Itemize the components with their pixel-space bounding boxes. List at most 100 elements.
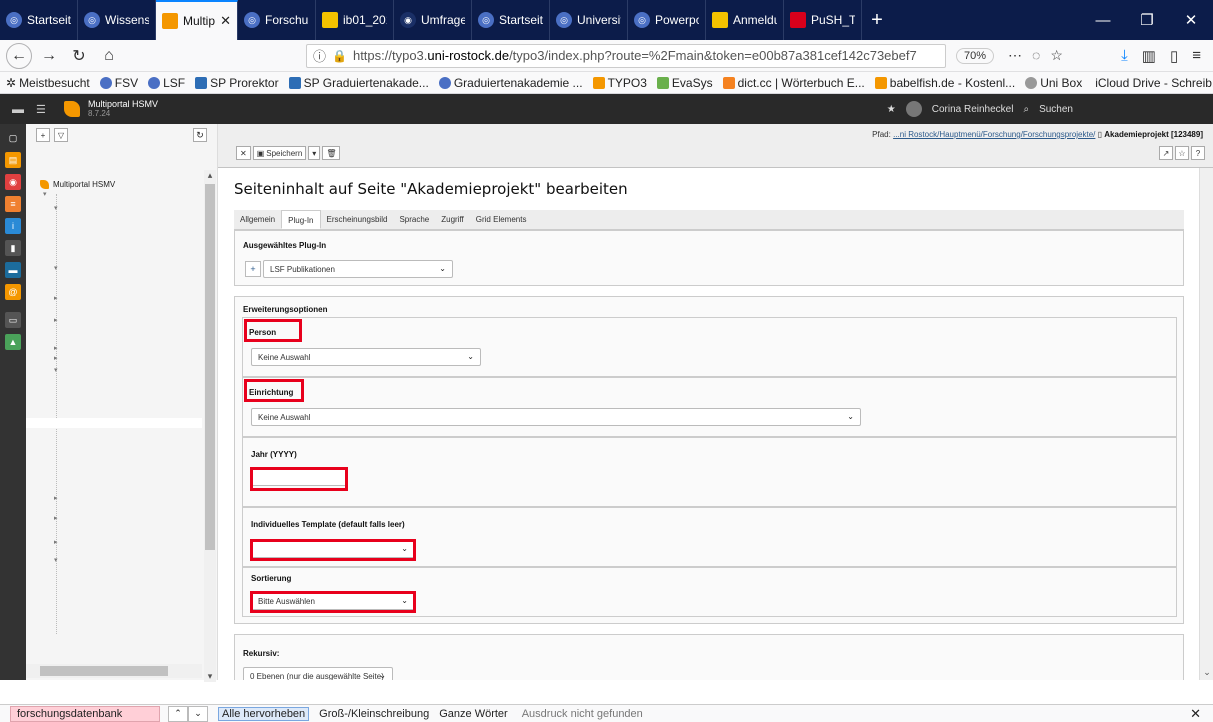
collapsed-icon[interactable]: ▸	[54, 316, 58, 324]
collapsed-icon[interactable]: ▸	[54, 344, 58, 352]
scroll-down-icon[interactable]: ⌄	[1200, 667, 1213, 678]
person-select[interactable]: Keine Auswahl ⌄	[251, 348, 481, 366]
einrichtung-select[interactable]: Keine Auswahl ⌄	[251, 408, 861, 426]
tab-erscheinungsbild[interactable]: Erscheinungsbild	[321, 210, 394, 229]
module-menu-toggle-icon[interactable]: ▬	[12, 102, 32, 116]
view-module-icon[interactable]: ◉	[5, 174, 21, 190]
browser-tab[interactable]: Anmeldung	[706, 0, 784, 40]
sidebar-icon[interactable]: ▯	[1170, 47, 1178, 65]
bookmark-item[interactable]: SP Prorektor	[195, 76, 279, 90]
highlight-all-toggle[interactable]: Alle hervorheben	[218, 706, 310, 721]
save-dropdown-button[interactable]: ▾	[308, 146, 321, 160]
list-view-icon[interactable]: ≡	[5, 196, 21, 212]
new-tab-icon[interactable]: +	[862, 0, 892, 40]
scroll-thumb[interactable]	[205, 184, 215, 550]
pocket-icon[interactable]: ◌	[1032, 47, 1040, 64]
page-module-icon[interactable]: ▢	[5, 130, 21, 146]
browser-tab[interactable]: ◉ Umfrage	[394, 0, 472, 40]
bookmark-item[interactable]: Graduiertenakademie ...	[438, 76, 583, 90]
rekursiv-select[interactable]: 0 Ebenen (nur die ausgewählte Seite) ⌄	[243, 667, 393, 680]
bookmark-item[interactable]: dict.cc | Wörterbuch E...	[722, 76, 865, 90]
tree-scrollbar[interactable]: ▴ ▾	[204, 170, 216, 682]
bookmark-item[interactable]: SP Graduiertenakade...	[288, 76, 429, 90]
expand-icon[interactable]: ▾	[43, 190, 47, 198]
zoom-indicator[interactable]: 70%	[956, 47, 995, 64]
browser-tab-active[interactable]: Multipo✕	[156, 0, 238, 40]
url-bar[interactable]: ⓘ 🔒 https://typo3.uni-rostock.de/typo3/i…	[306, 43, 946, 68]
reload-icon[interactable]: ↻	[66, 43, 92, 69]
close-tab-icon[interactable]: ✕	[220, 13, 231, 29]
info-module-icon[interactable]: i	[5, 218, 21, 234]
bookmark-item[interactable]: EvaSys	[656, 76, 713, 90]
shortcut-star-icon[interactable]: ☆	[1175, 146, 1189, 160]
bookmark-star-icon[interactable]: ★	[887, 104, 896, 115]
save-button[interactable]: ▣ Speichern	[252, 146, 307, 160]
bookmark-item[interactable]: FSV	[99, 76, 138, 90]
tab-sprache[interactable]: Sprache	[393, 210, 435, 229]
find-next-icon[interactable]: ⌄	[188, 705, 208, 722]
tree-horizontal-scrollbar[interactable]	[26, 664, 202, 678]
scroll-up-icon[interactable]: ▴	[204, 170, 216, 181]
users-icon[interactable]: ▲	[5, 334, 21, 350]
collapsed-icon[interactable]: ▸	[54, 494, 58, 502]
search-icon[interactable]: ⌕	[1023, 104, 1029, 115]
filelist-icon[interactable]: ▭	[5, 312, 21, 328]
find-input[interactable]: forschungsdatenbank	[10, 705, 160, 722]
info-icon[interactable]: ⓘ	[313, 46, 326, 65]
user-name[interactable]: Corina Reinheckel	[932, 104, 1014, 115]
close-window-icon[interactable]: ✕	[1169, 0, 1213, 40]
browser-tab[interactable]: ◎Powerpoint	[628, 0, 706, 40]
download-icon[interactable]: ⤓	[1121, 47, 1128, 65]
help-icon[interactable]: ?	[1191, 146, 1205, 160]
scroll-down-icon[interactable]: ▾	[204, 671, 216, 682]
browser-tab[interactable]: ◎Startseite	[472, 0, 550, 40]
back-icon[interactable]: ←	[6, 42, 32, 69]
refresh-icon[interactable]: ↻	[193, 128, 207, 142]
bookmark-star-icon[interactable]: ☆	[1050, 47, 1063, 64]
tree-root-node[interactable]: Multiportal HSMV	[26, 180, 202, 189]
match-case-toggle[interactable]: Groß-/Kleinschreibung	[319, 708, 429, 720]
briefcase-icon[interactable]: ▬	[5, 262, 21, 278]
content-scrollbar[interactable]: ⌄	[1199, 168, 1213, 680]
close-icon[interactable]: ✕	[1190, 706, 1213, 722]
browser-tab[interactable]: PuSH_TYPO	[784, 0, 862, 40]
restore-icon[interactable]: ❐	[1125, 0, 1169, 40]
tab-grid-elements[interactable]: Grid Elements	[470, 210, 533, 229]
delete-button[interactable]: 🗑	[322, 146, 341, 160]
at-icon[interactable]: @	[5, 284, 21, 300]
forward-icon[interactable]: →	[36, 43, 62, 69]
tree-selected-row[interactable]	[26, 418, 202, 428]
minimize-icon[interactable]: —	[1081, 0, 1125, 40]
avatar[interactable]	[905, 101, 922, 117]
bookmark-item[interactable]: LSF	[148, 76, 185, 90]
browser-tab[interactable]: ◎Wissenscha	[78, 0, 156, 40]
add-plugin-icon[interactable]: +	[245, 261, 261, 277]
expand-icon[interactable]: ▾	[54, 366, 58, 374]
bookmark-item[interactable]: Uni Box	[1025, 76, 1082, 90]
find-previous-icon[interactable]: ⌃	[168, 705, 188, 722]
collapsed-icon[interactable]: ▸	[54, 354, 58, 362]
browser-tab[interactable]: ◎Forschungs	[238, 0, 316, 40]
page-actions-icon[interactable]: ⋯	[1008, 47, 1022, 64]
expand-icon[interactable]: ▾	[54, 264, 58, 272]
browser-tab[interactable]: ◎Universität	[550, 0, 628, 40]
collapsed-icon[interactable]: ▸	[54, 294, 58, 302]
bookmark-item[interactable]: iCloud Drive - Schreib...	[1092, 76, 1213, 90]
tab-zugriff[interactable]: Zugriff	[435, 210, 470, 229]
menu-icon[interactable]: ≡	[1192, 47, 1201, 65]
typo3-logo-icon[interactable]	[64, 101, 80, 117]
list-module-icon[interactable]: ▤	[5, 152, 21, 168]
tree-toggle-icon[interactable]: ☰	[36, 103, 56, 116]
home-icon[interactable]: ⌂	[96, 43, 122, 69]
library-icon[interactable]: ▥	[1142, 47, 1156, 65]
recycler-icon[interactable]: ▮	[5, 240, 21, 256]
collapsed-icon[interactable]: ▸	[54, 538, 58, 546]
browser-tab[interactable]: ◎Startseite	[0, 0, 78, 40]
browser-tab[interactable]: ib01_2019	[316, 0, 394, 40]
filter-icon[interactable]: ▽	[54, 128, 68, 142]
new-page-icon[interactable]: +	[36, 128, 50, 142]
tab-allgemein[interactable]: Allgemein	[234, 210, 281, 229]
collapsed-icon[interactable]: ▸	[54, 514, 58, 522]
tab-plug-in[interactable]: Plug-In	[281, 210, 321, 229]
bookmark-item[interactable]: TYPO3	[592, 76, 647, 90]
